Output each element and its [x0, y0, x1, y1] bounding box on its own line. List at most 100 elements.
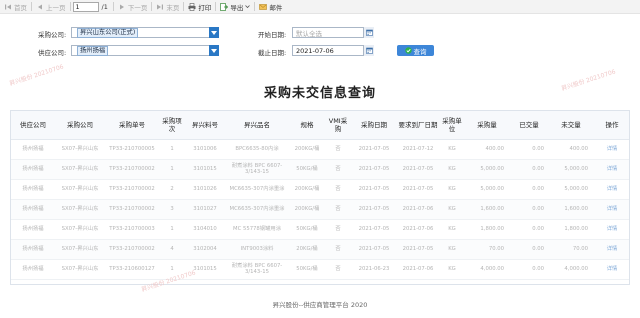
detail-link[interactable]: 详情 [607, 226, 618, 232]
table-row: 扬州扬福 SX07-昇兴山东 TP33-210700002 2 3101026 MC663… [11, 179, 629, 200]
supplier-company-select[interactable]: 扬州扬福 [71, 45, 219, 56]
results-table: 供应公司 采购公司 采购单号 采购项次 昇兴料号 昇兴品名 规格 VMI采购 采购日期 要求到厂日… [10, 110, 630, 285]
page-title: 采购未交信息查询 [263, 86, 376, 101]
detail-link[interactable]: 详情 [607, 166, 618, 172]
table-cell: 详情 [593, 179, 629, 200]
table-cell: 4 [159, 239, 185, 260]
table-row: 扬州扬福 SX07-昇兴山东 TP33-210700005 1 3101006 BPC66… [11, 139, 629, 160]
detail-link[interactable]: 详情 [607, 186, 618, 192]
table-cell: 3 [159, 199, 185, 220]
query-button[interactable]: 查询 [397, 45, 434, 56]
table-cell: SX07-昇兴山东 [55, 139, 105, 160]
table-cell: 否 [325, 159, 351, 180]
table-cell: SX07-昇兴山东 [55, 179, 105, 200]
table-cell: 5,000.00 [465, 159, 509, 180]
table-cell: 详情 [593, 239, 629, 260]
footer-text: 昇兴股份--供应商管理平台 2020 [272, 301, 368, 309]
table-cell: KG [439, 159, 465, 180]
check-icon [404, 47, 412, 54]
table-cell: 0.00 [509, 219, 549, 240]
table-cell: 扬州扬福 [11, 179, 55, 200]
table-cell: 否 [325, 179, 351, 200]
end-date-input[interactable]: 2021-07-06 [292, 45, 374, 56]
table-cell: 4,000.00 [465, 259, 509, 280]
next-page-button[interactable]: 下一页 [116, 1, 150, 13]
table-row: 扬州扬福 SX07-昇兴山东 TP33-210600127 1 3101015 耐煮涂料 … [11, 259, 629, 280]
table-cell: 1 [159, 139, 185, 160]
table-cell: MC6635-307内涂重涂 [225, 199, 289, 220]
end-date-label: 截止日期: [258, 49, 287, 57]
column-header: VMI采购 [325, 111, 351, 140]
table-row: 扬州扬福 SX07-昇兴山东 TP33-210700002 3 3101027 MC663… [11, 199, 629, 220]
buyer-company-label: 采购公司: [38, 31, 67, 39]
table-body: 扬州扬福 SX07-昇兴山东 TP33-210700005 1 3101006 BPC66… [11, 139, 629, 280]
column-header: 采购项次 [159, 111, 185, 140]
table-cell: 扬州扬福 [11, 159, 55, 180]
column-header: 采购单号 [105, 111, 159, 140]
table-cell: 1,800.00 [549, 219, 593, 240]
column-header: 昇兴品名 [225, 111, 289, 140]
table-cell: 50KG/桶 [289, 219, 325, 240]
table-cell: 70.00 [465, 239, 509, 260]
column-header: 未交量 [549, 111, 593, 140]
table-cell: 0.00 [509, 239, 549, 260]
table-cell: MC 55778钢罐用涂 [225, 219, 289, 240]
end-date-calendar-button[interactable] [363, 45, 374, 56]
table-row: 扬州扬福 SX07-昇兴山东 TP33-210700002 1 3101015 耐煮涂料 … [11, 159, 629, 180]
table-cell: 耐煮涂料 BPC 6607-3/143-15 [225, 259, 289, 280]
table-cell: 50KG/桶 [289, 159, 325, 180]
supplier-dropdown-button[interactable] [209, 45, 219, 56]
mail-button[interactable]: 邮件 [257, 1, 284, 13]
table-cell: KG [439, 219, 465, 240]
table-cell: SX07-昇兴山东 [55, 199, 105, 220]
buyer-company-select[interactable]: 昇兴山东公司(正式) [71, 27, 219, 38]
detail-link[interactable]: 详情 [607, 266, 618, 272]
column-header: 要求到厂日期 [397, 111, 439, 140]
detail-link[interactable]: 详情 [607, 246, 618, 252]
table-cell: 扬州扬福 [11, 139, 55, 160]
last-page-button[interactable]: 末页 [154, 1, 181, 13]
detail-link[interactable]: 详情 [607, 146, 618, 152]
table-cell: TP33-210700002 [105, 179, 159, 200]
table-cell: KG [439, 179, 465, 200]
start-date-input[interactable]: 默认全选 [292, 27, 374, 38]
toolbar-divider [183, 2, 185, 11]
table-cell: 2021-07-05 [397, 179, 439, 200]
first-page-button[interactable]: 首页 [2, 1, 29, 13]
print-label: 打印 [198, 3, 212, 12]
table-cell: 1,600.00 [549, 199, 593, 220]
table-cell: TP33-210700002 [105, 239, 159, 260]
table-cell: 5,000.00 [465, 179, 509, 200]
table-cell: 否 [325, 139, 351, 160]
table-cell: 20KG/桶 [289, 239, 325, 260]
detail-link[interactable]: 详情 [607, 206, 618, 212]
table-cell: 2021-07-05 [351, 159, 397, 180]
start-date-calendar-button[interactable] [363, 27, 374, 38]
column-header: 采购量 [465, 111, 509, 140]
column-header: 昇兴料号 [185, 111, 225, 140]
prev-page-button[interactable]: 上一页 [34, 1, 68, 13]
table-cell: 3101026 [185, 179, 225, 200]
table-cell: 扬州扬福 [11, 259, 55, 280]
table-cell: TP33-210600127 [105, 259, 159, 280]
table-cell: 1 [159, 159, 185, 180]
toolbar-divider [151, 2, 153, 11]
table-row: 扬州扬福 SX07-昇兴山东 TP33-210700002 4 3102004 INT90… [11, 239, 629, 260]
page-number-input[interactable] [72, 1, 99, 12]
table-cell: 2021-07-06 [397, 199, 439, 220]
table-cell: 详情 [593, 159, 629, 180]
start-date-label: 开始日期: [258, 31, 287, 39]
chevron-down-icon [211, 48, 217, 53]
column-header: 采购日期 [351, 111, 397, 140]
table-cell: 2021-07-05 [351, 179, 397, 200]
print-button[interactable]: 打印 [186, 1, 213, 13]
export-button[interactable]: 导出 [218, 1, 252, 13]
toolbar-divider [112, 2, 114, 11]
buyer-dropdown-button[interactable] [209, 27, 219, 38]
table-cell: TP33-210700005 [105, 139, 159, 160]
table-cell: 2 [159, 179, 185, 200]
chevron-down-icon [211, 30, 217, 35]
calendar-icon [365, 47, 373, 54]
chevron-down-icon [245, 3, 251, 11]
toolbar-divider [215, 2, 217, 11]
